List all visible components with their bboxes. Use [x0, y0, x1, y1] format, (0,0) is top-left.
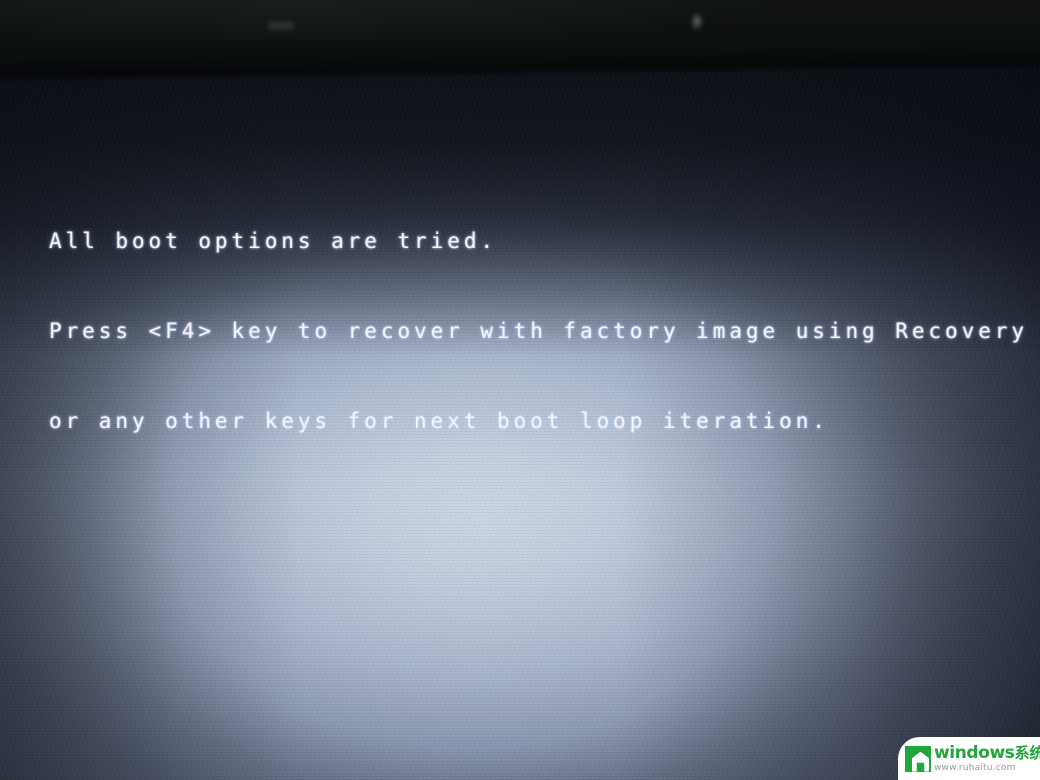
windows-house-logo-icon [905, 745, 931, 772]
site-watermark: windows系统家园 www.ruhaitu.com [898, 737, 1040, 780]
webcam-led-icon [691, 14, 704, 32]
watermark-brand-cn: 系统家园 [1014, 743, 1040, 762]
watermark-url: www.ruhaitu.com [934, 762, 1016, 773]
boot-message-block: All boot options are tried. Press <F4> k… [49, 166, 1028, 496]
boot-message-line-2: Press <F4> key to recover with factory i… [49, 319, 1028, 343]
house-glyph [912, 751, 929, 772]
bezel-smudge [268, 22, 294, 30]
boot-message-line-1: All boot options are tried. [49, 229, 498, 253]
photographed-laptop-screen: All boot options are tried. Press <F4> k… [0, 0, 1040, 780]
boot-message-line-3: or any other keys for next boot loop ite… [49, 409, 829, 433]
watermark-brand: windows系统家园 [934, 742, 1040, 763]
watermark-brand-latin: windows [934, 742, 1015, 763]
watermark-text: windows系统家园 www.ruhaitu.com [934, 742, 1040, 773]
